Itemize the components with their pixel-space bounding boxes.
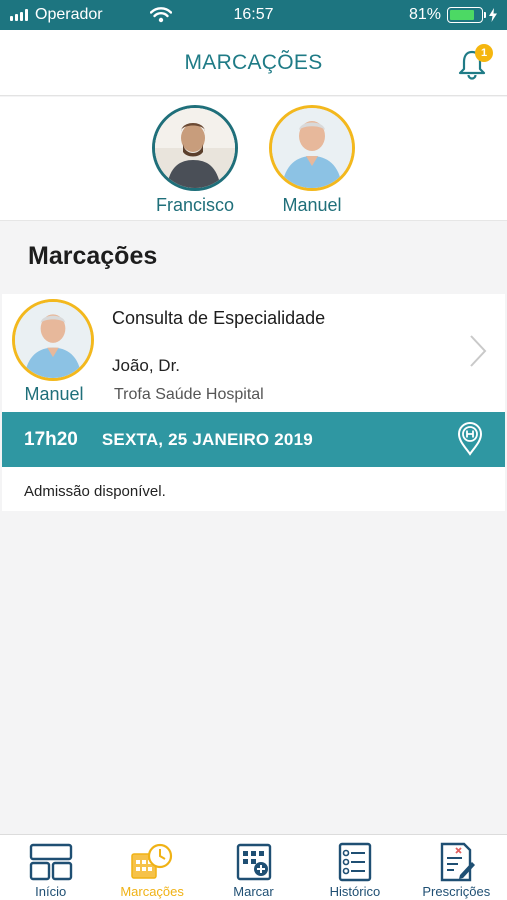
- profile-name: Francisco: [155, 195, 235, 215]
- battery-icon: [447, 7, 486, 23]
- wifi-icon: [149, 7, 172, 23]
- prescription-icon: [441, 842, 476, 882]
- avatar: [12, 299, 94, 381]
- home-grid-icon: [29, 843, 72, 881]
- appointment-person-name: Manuel: [24, 384, 84, 404]
- profile-francisco[interactable]: Francisco: [145, 105, 245, 216]
- charging-bolt-icon: [489, 8, 497, 22]
- section-title: Marcações: [28, 242, 158, 270]
- app-header: MARCAÇÕES 1: [0, 30, 507, 96]
- tab-label: Marcar: [233, 884, 274, 899]
- tab-marcacoes[interactable]: Marcações: [101, 835, 202, 900]
- tab-prescricoes[interactable]: Prescrições: [406, 835, 507, 900]
- tab-marcar[interactable]: Marcar: [203, 835, 304, 900]
- tab-label: Início: [35, 884, 67, 899]
- carrier-name: Operador: [35, 6, 103, 23]
- appointment-datetime-bar: 17h20 SEXTA, 25 JANEIRO 2019: [2, 412, 505, 467]
- profile-selector: Francisco Manuel: [0, 97, 507, 221]
- battery-percent: 81%: [408, 6, 441, 23]
- hospital-location-icon[interactable]: [457, 422, 483, 456]
- notifications-button[interactable]: 1: [457, 44, 493, 80]
- appointment-doctor: João, Dr.: [112, 356, 181, 375]
- notification-badge: 1: [475, 44, 493, 62]
- appointment-location: Trofa Saúde Hospital: [114, 386, 264, 403]
- tab-label: Marcações: [120, 884, 184, 899]
- tab-inicio[interactable]: Início: [0, 835, 101, 900]
- profile-name: Manuel: [282, 195, 342, 215]
- appointment-person: Manuel: [12, 299, 96, 405]
- tab-historico[interactable]: Histórico: [304, 835, 405, 900]
- status-bar: Operador 16:57 81%: [0, 0, 507, 30]
- signal-icon: [10, 9, 28, 21]
- appointment-date: SEXTA, 25 JANEIRO 2019: [101, 429, 313, 449]
- chevron-right-icon[interactable]: [469, 334, 487, 368]
- calendar-clock-icon: [131, 843, 173, 879]
- tab-label: Prescrições: [422, 884, 491, 899]
- avatar: [152, 105, 238, 191]
- appointment-type: Consulta de Especialidade: [112, 308, 326, 328]
- profile-manuel[interactable]: Manuel: [262, 105, 362, 216]
- page-title: MARCAÇÕES: [184, 50, 323, 74]
- bottom-tab-bar: Início Marcações Marcar Histórico Prescr…: [0, 834, 507, 900]
- avatar: [269, 105, 355, 191]
- appointment-card[interactable]: Manuel Consulta de Especialidade João, D…: [2, 294, 505, 511]
- tab-label: Histórico: [329, 884, 381, 899]
- admission-status: Admissão disponível.: [24, 483, 166, 500]
- appointment-time: 17h20: [24, 428, 78, 450]
- history-list-icon: [338, 842, 372, 882]
- schedule-add-icon: [236, 843, 271, 881]
